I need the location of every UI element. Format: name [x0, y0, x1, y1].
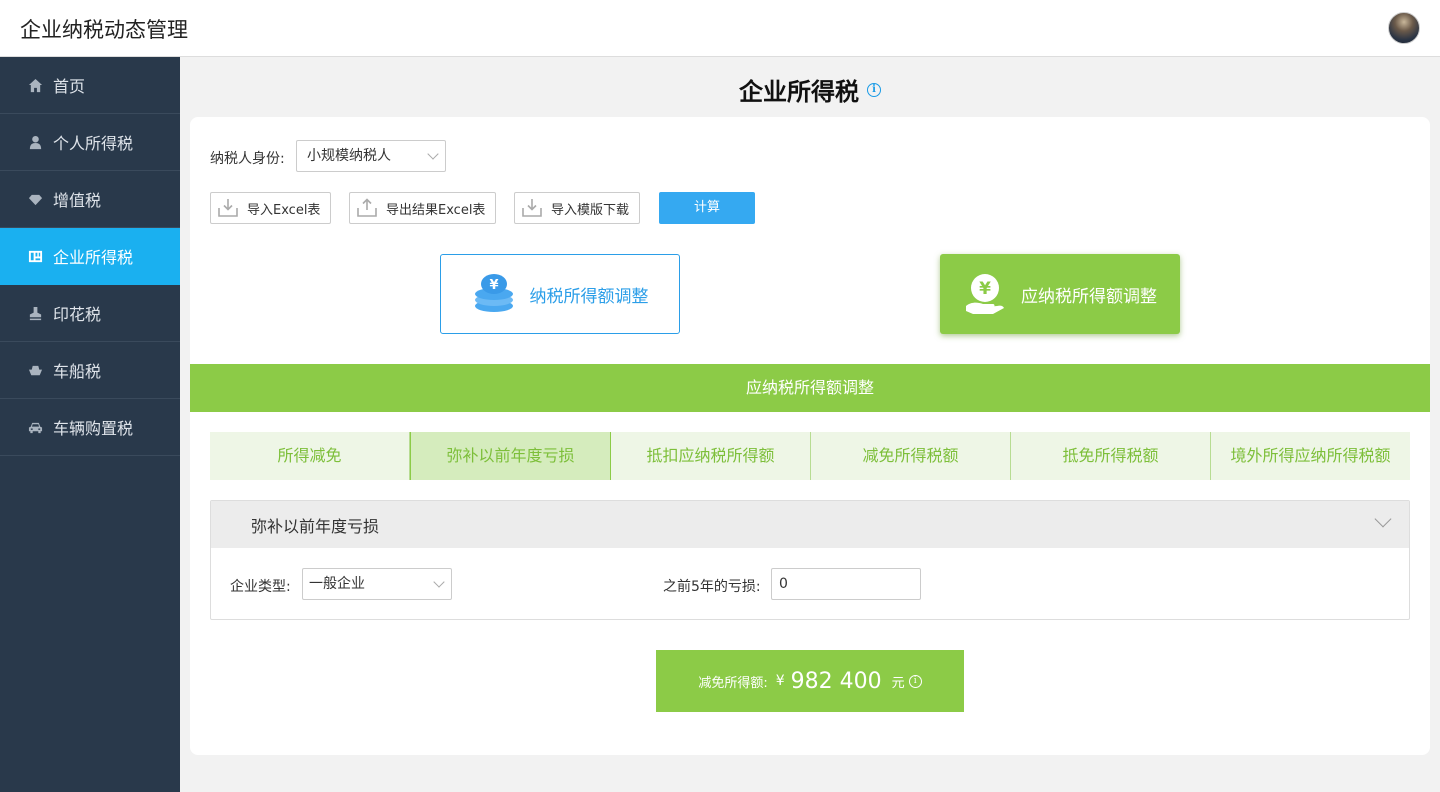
panel-header[interactable]: 弥补以前年度亏损	[211, 501, 1409, 548]
taxpayer-identity-label: 纳税人身份:	[210, 151, 285, 167]
user-icon	[27, 134, 43, 150]
section-title: 应纳税所得额调整	[190, 364, 1430, 412]
coins-icon: ¥	[474, 274, 513, 312]
taxpayer-identity-select[interactable]: 小规模纳税人	[296, 140, 446, 172]
tab-tax-credit[interactable]: 抵免所得税额	[1011, 432, 1211, 480]
sidebar-item-label: 车辆购置税	[53, 419, 134, 438]
upload-icon	[357, 198, 377, 217]
tab-income-reduction[interactable]: 所得减免	[210, 432, 410, 480]
result-amount: 982 400	[790, 668, 882, 694]
enterprise-type-value: 一般企业	[309, 576, 365, 592]
adjustment-tabs: 所得减免 弥补以前年度亏损 抵扣应纳税所得额 减免所得税额 抵免所得税额 境外所…	[210, 432, 1410, 480]
download-icon	[218, 199, 238, 217]
car-icon	[27, 419, 43, 435]
export-excel-label: 导出结果Excel表	[386, 202, 486, 218]
home-icon	[27, 77, 43, 93]
sidebar-item-stamp-tax[interactable]: 印花税	[0, 285, 180, 342]
result-label: 减免所得额:	[698, 675, 768, 691]
import-excel-button[interactable]: 导入Excel表	[210, 192, 332, 224]
sidebar-item-personal-income-tax[interactable]: 个人所得税	[0, 114, 180, 171]
calculate-button[interactable]: 计算	[659, 192, 755, 224]
payable-taxable-income-adjustment-label: 应纳税所得额调整	[1021, 286, 1157, 307]
diamond-icon	[27, 191, 43, 207]
enterprise-type-select[interactable]: 一般企业	[302, 568, 452, 600]
info-icon[interactable]: i	[908, 674, 922, 688]
info-icon[interactable]: i	[867, 82, 881, 97]
top-bar: 企业纳税动态管理	[0, 0, 1440, 57]
enterprise-type-label: 企业类型:	[230, 579, 291, 595]
chevron-down-icon	[433, 576, 445, 588]
boat-icon	[27, 362, 43, 378]
template-download-label: 导入模版下载	[551, 202, 630, 218]
previous-loss-label: 之前5年的亏损:	[663, 579, 761, 595]
tab-loss-carryforward[interactable]: 弥补以前年度亏损	[410, 432, 611, 480]
chevron-down-icon	[427, 148, 439, 160]
taxable-income-adjustment-button[interactable]: ¥ 纳税所得额调整	[440, 254, 680, 334]
export-excel-button[interactable]: 导出结果Excel表	[349, 192, 497, 224]
money-hand-icon: ¥	[966, 274, 1004, 314]
sidebar-item-label: 首页	[53, 77, 86, 96]
result-unit: 元	[891, 675, 905, 691]
currency-symbol: ¥	[775, 673, 785, 689]
loss-carryforward-panel: 弥补以前年度亏损 企业类型: 一般企业 之前5年的亏损: 0	[210, 500, 1410, 620]
payable-taxable-income-adjustment-button[interactable]: ¥ 应纳税所得额调整	[940, 254, 1180, 334]
main-card: 纳税人身份: 小规模纳税人 导入Excel表 导出结果Excel表 导入模版下载…	[190, 117, 1430, 755]
building-icon	[27, 248, 43, 264]
sidebar: 首页 个人所得税 增值税 企业所得税 印花税 车船税 车辆购置税	[0, 57, 180, 792]
sidebar-item-corporate-income-tax[interactable]: 企业所得税	[0, 228, 180, 285]
taxable-income-adjustment-label: 纳税所得额调整	[529, 286, 649, 307]
tab-foreign-income-tax[interactable]: 境外所得应纳所得税额	[1211, 432, 1410, 480]
svg-text:¥: ¥	[979, 279, 991, 299]
chevron-down-icon[interactable]	[1374, 510, 1392, 528]
svg-text:¥: ¥	[489, 278, 498, 293]
tab-tax-reduction[interactable]: 减免所得税额	[811, 432, 1011, 480]
template-download-button[interactable]: 导入模版下载	[514, 192, 641, 224]
download-icon	[522, 199, 542, 217]
taxpayer-identity-value: 小规模纳税人	[307, 148, 391, 164]
previous-loss-input[interactable]: 0	[771, 568, 921, 600]
app-title: 企业纳税动态管理	[20, 18, 188, 42]
sidebar-item-label: 增值税	[53, 191, 102, 210]
sidebar-item-vessel-tax[interactable]: 车船税	[0, 342, 180, 399]
avatar[interactable]	[1388, 12, 1420, 44]
sidebar-item-label: 企业所得税	[53, 248, 134, 267]
sidebar-item-vat[interactable]: 增值税	[0, 171, 180, 228]
stamp-icon	[27, 305, 43, 321]
import-excel-label: 导入Excel表	[247, 202, 321, 218]
page-title: 企业所得税	[739, 78, 859, 106]
page-header: 企业所得税 i	[180, 72, 1440, 107]
sidebar-item-vehicle-purchase-tax[interactable]: 车辆购置税	[0, 399, 180, 456]
sidebar-item-label: 印花税	[53, 305, 102, 324]
sidebar-item-label: 车船税	[53, 362, 102, 381]
result-box: 减免所得额: ¥ 982 400 元 i	[656, 650, 964, 712]
sidebar-item-label: 个人所得税	[53, 134, 134, 153]
sidebar-item-home[interactable]: 首页	[0, 57, 180, 114]
tab-taxable-income-deduction[interactable]: 抵扣应纳税所得额	[611, 432, 811, 480]
panel-title: 弥补以前年度亏损	[251, 516, 380, 536]
